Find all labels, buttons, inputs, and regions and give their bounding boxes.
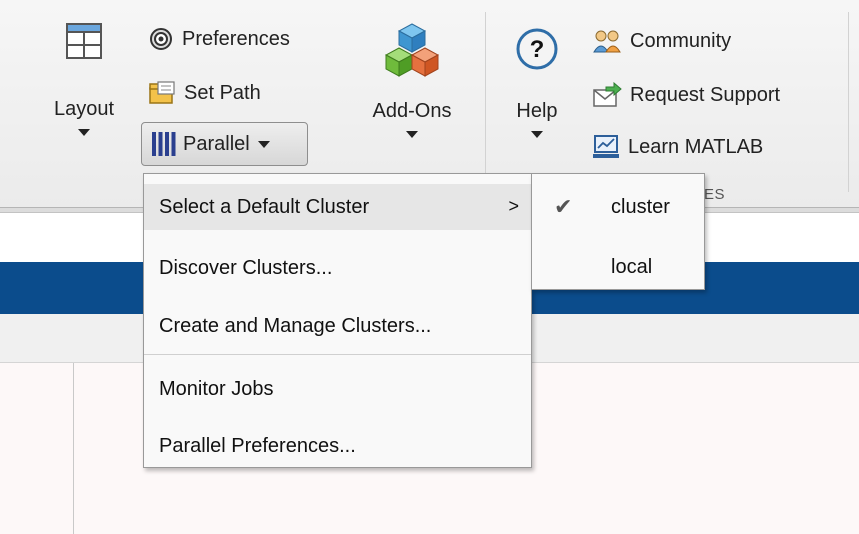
layout-button[interactable]: Layout <box>38 22 130 141</box>
submenu-item-cluster[interactable]: ✔ cluster <box>532 184 704 230</box>
svg-text:?: ? <box>530 36 545 63</box>
menu-item-select-default-cluster[interactable]: Select a Default Cluster > <box>144 184 531 230</box>
panel-divider[interactable] <box>73 363 74 534</box>
resources-group-label: ES <box>704 186 726 203</box>
parallel-button[interactable]: Parallel <box>141 122 308 166</box>
parallel-dropdown-menu: Select a Default Cluster > Discover Clus… <box>143 173 532 468</box>
request-support-button[interactable]: Request Support <box>592 82 780 108</box>
layout-icon <box>65 22 103 60</box>
addons-button[interactable]: Add-Ons <box>352 22 472 143</box>
ribbon-separator-right <box>848 12 849 192</box>
folder-path-icon <box>149 81 175 104</box>
gear-icon <box>150 28 172 50</box>
submenu-item-label: cluster <box>611 195 670 218</box>
preferences-label: Preferences <box>182 27 290 50</box>
ribbon-separator <box>485 12 486 192</box>
menu-item-label: Select a Default Cluster <box>159 195 370 218</box>
menu-item-label: Discover Clusters... <box>159 256 333 279</box>
learn-matlab-icon <box>593 135 619 158</box>
community-label: Community <box>630 29 732 52</box>
layout-dropdown-caret <box>78 129 90 136</box>
request-support-label: Request Support <box>630 83 781 106</box>
menu-item-create-manage-clusters[interactable]: Create and Manage Clusters... <box>144 303 531 349</box>
help-icon: ? <box>516 28 558 70</box>
parallel-dropdown-caret <box>257 140 270 148</box>
menu-separator <box>144 354 531 355</box>
learn-matlab-label: Learn MATLAB <box>628 135 764 158</box>
addons-dropdown-caret <box>406 131 418 138</box>
community-icon <box>593 30 621 53</box>
cluster-submenu: ✔ cluster local <box>531 173 705 290</box>
parallel-label: Parallel <box>183 132 250 155</box>
submenu-item-label: local <box>611 255 653 278</box>
set-path-label: Set Path <box>184 81 261 104</box>
addons-cubes-icon <box>384 22 440 78</box>
help-dropdown-caret <box>531 131 543 138</box>
menu-item-parallel-preferences[interactable]: Parallel Preferences... <box>144 423 531 469</box>
preferences-button[interactable]: Preferences <box>148 26 290 52</box>
parallel-bars-icon <box>152 132 176 156</box>
addons-label: Add-Ons <box>372 100 452 122</box>
submenu-item-local[interactable]: local <box>532 244 704 290</box>
learn-matlab-button[interactable]: Learn MATLAB <box>592 134 763 160</box>
menu-item-label: Parallel Preferences... <box>159 434 356 457</box>
menu-item-label: Monitor Jobs <box>159 377 274 400</box>
layout-label: Layout <box>53 98 115 120</box>
help-label: Help <box>516 100 558 122</box>
request-support-icon <box>593 82 622 107</box>
menu-item-discover-clusters[interactable]: Discover Clusters... <box>144 245 531 291</box>
community-button[interactable]: Community <box>592 28 731 54</box>
menu-item-monitor-jobs[interactable]: Monitor Jobs <box>144 366 531 412</box>
help-button[interactable]: ? Help <box>496 28 578 143</box>
menu-item-label: Create and Manage Clusters... <box>159 314 432 337</box>
chevron-right-icon: > <box>508 196 519 216</box>
check-icon: ✔ <box>554 194 573 219</box>
set-path-button[interactable]: Set Path <box>148 80 261 106</box>
